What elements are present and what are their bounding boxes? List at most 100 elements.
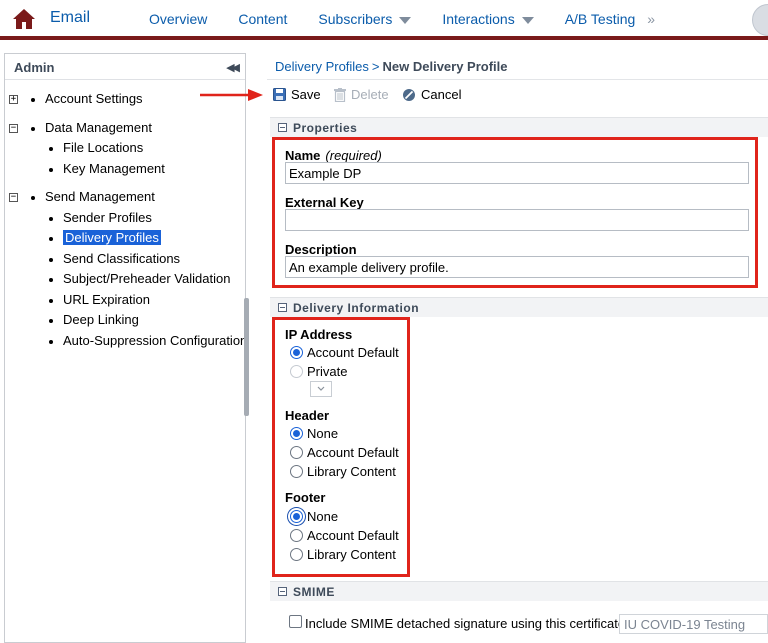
bullet-icon: [49, 257, 53, 262]
sidebar-header: Admin ◀◀: [5, 54, 245, 80]
certificate-select[interactable]: IU COVID-19 Testing: [619, 614, 768, 634]
nav-item-subscribers[interactable]: Subscribers: [318, 11, 412, 27]
tree-item-file-locations[interactable]: File Locations: [49, 140, 143, 155]
option-label: Account Default: [307, 445, 399, 460]
tree-item-deep-linking[interactable]: Deep Linking: [49, 312, 139, 327]
chevron-down-icon: [399, 16, 412, 24]
main-content: Delivery Profiles > New Delivery Profile S…: [262, 53, 768, 643]
header-label: Header: [285, 408, 330, 423]
name-input[interactable]: [285, 162, 749, 184]
bullet-icon: [49, 298, 53, 303]
section-title: Properties: [293, 121, 358, 135]
radio-button[interactable]: [290, 446, 303, 459]
ip-private-option[interactable]: Private: [290, 364, 347, 379]
chevron-down-icon: [317, 386, 325, 391]
home-icon[interactable]: [12, 8, 36, 30]
save-button[interactable]: Save: [273, 87, 321, 102]
breadcrumb-current: New Delivery Profile: [382, 59, 508, 74]
trash-icon: [334, 87, 346, 102]
private-ip-select[interactable]: [310, 381, 332, 397]
ip-account-default-option[interactable]: Account Default: [290, 345, 399, 360]
bullet-icon: [49, 339, 53, 344]
tree-item-delivery-profiles[interactable]: Delivery Profiles: [49, 230, 161, 245]
collapse-icon[interactable]: −: [9, 124, 18, 134]
section-title: Delivery Information: [293, 301, 420, 315]
radio-button[interactable]: [290, 510, 303, 523]
collapse-section-icon[interactable]: [278, 123, 287, 132]
tree-item-send-management[interactable]: − Send Management: [9, 189, 155, 204]
breadcrumb-separator: >: [371, 59, 380, 74]
description-input[interactable]: [285, 256, 749, 278]
tree-item-label: URL Expiration: [63, 292, 150, 307]
more-nav-icon[interactable]: »: [647, 11, 655, 27]
footer-none-option[interactable]: None: [290, 509, 338, 524]
nav-item-ab-testing[interactable]: A/B Testing: [565, 11, 636, 27]
option-label: Account Default: [307, 528, 399, 543]
properties-section-header[interactable]: Properties: [270, 117, 768, 137]
nav-item-label: Interactions: [442, 11, 515, 27]
radio-button[interactable]: [290, 346, 303, 359]
bullet-icon: [31, 126, 35, 131]
app-name[interactable]: Email: [50, 9, 90, 27]
header-library-content-option[interactable]: Library Content: [290, 464, 396, 479]
nav-item-label: Subscribers: [318, 11, 393, 27]
radio-button[interactable]: [290, 529, 303, 542]
tree-item-label: Data Management: [45, 120, 152, 135]
tree-item-label: Send Management: [45, 189, 155, 204]
tree-item-account-settings[interactable]: + Account Settings: [9, 91, 143, 106]
option-label: Account Default: [307, 345, 399, 360]
tree-item-data-management[interactable]: − Data Management: [9, 120, 152, 135]
tree-item-key-management[interactable]: Key Management: [49, 161, 165, 176]
ip-address-label: IP Address: [285, 327, 353, 342]
tree-item-auto-suppression[interactable]: Auto-Suppression Configuration: [49, 333, 247, 348]
bullet-icon: [49, 236, 53, 241]
breadcrumb-link[interactable]: Delivery Profiles: [275, 59, 369, 74]
sidebar-title: Admin: [14, 60, 55, 75]
smime-checkbox[interactable]: [289, 615, 302, 628]
footer-account-default-option[interactable]: Account Default: [290, 528, 399, 543]
radio-button[interactable]: [290, 548, 303, 561]
external-key-input[interactable]: [285, 209, 749, 231]
option-label: Library Content: [307, 547, 396, 562]
nav-item-interactions[interactable]: Interactions: [442, 11, 534, 27]
nav-item-overview[interactable]: Overview: [149, 11, 207, 27]
collapse-icon[interactable]: −: [9, 193, 18, 203]
tree-item-send-classifications[interactable]: Send Classifications: [49, 251, 180, 266]
cancel-icon: [403, 88, 415, 101]
collapse-section-icon[interactable]: [278, 587, 287, 596]
option-label: Private: [307, 364, 348, 379]
tree-item-sender-profiles[interactable]: Sender Profiles: [49, 210, 152, 225]
header-account-default-option[interactable]: Account Default: [290, 445, 399, 460]
footer-library-content-option[interactable]: Library Content: [290, 547, 396, 562]
tree-item-url-expiration[interactable]: URL Expiration: [49, 292, 150, 307]
bullet-icon: [31, 195, 35, 200]
tree-item-label: Deep Linking: [63, 312, 139, 327]
admin-sidebar: Admin ◀◀ + Account Settings − Data Managem…: [4, 53, 247, 643]
save-label: Save: [291, 87, 321, 102]
delivery-section-header[interactable]: Delivery Information: [270, 297, 768, 317]
description-label: Description: [285, 242, 357, 257]
radio-button[interactable]: [290, 465, 303, 478]
expand-icon[interactable]: +: [9, 95, 18, 105]
collapse-section-icon[interactable]: [278, 303, 287, 312]
nav-items: Overview Content Subscribers Interaction…: [149, 11, 655, 27]
toolbar: Save Delete Cancel: [267, 79, 768, 109]
top-navigation: Email Overview Content Subscribers Inter…: [0, 0, 768, 40]
cancel-button[interactable]: Cancel: [402, 87, 461, 102]
tree-item-subject-preheader-validation[interactable]: Subject/Preheader Validation: [49, 271, 230, 286]
collapse-panel-icon[interactable]: ◀◀: [226, 61, 240, 74]
delete-button[interactable]: Delete: [334, 87, 389, 102]
nav-item-content[interactable]: Content: [238, 11, 287, 27]
header-none-option[interactable]: None: [290, 426, 338, 441]
avatar[interactable]: [752, 4, 768, 36]
nav-item-label: Content: [238, 11, 288, 27]
radio-button[interactable]: [290, 427, 303, 440]
panel-resize-handle[interactable]: [244, 298, 249, 416]
name-label-text: Name: [285, 148, 321, 163]
tree-item-label: Key Management: [63, 161, 165, 176]
smime-section-header[interactable]: SMIME: [270, 581, 768, 601]
radio-button[interactable]: [290, 365, 303, 378]
nav-item-label: Overview: [149, 11, 208, 27]
tree-item-label: Account Settings: [45, 91, 143, 106]
option-label: Library Content: [307, 464, 396, 479]
